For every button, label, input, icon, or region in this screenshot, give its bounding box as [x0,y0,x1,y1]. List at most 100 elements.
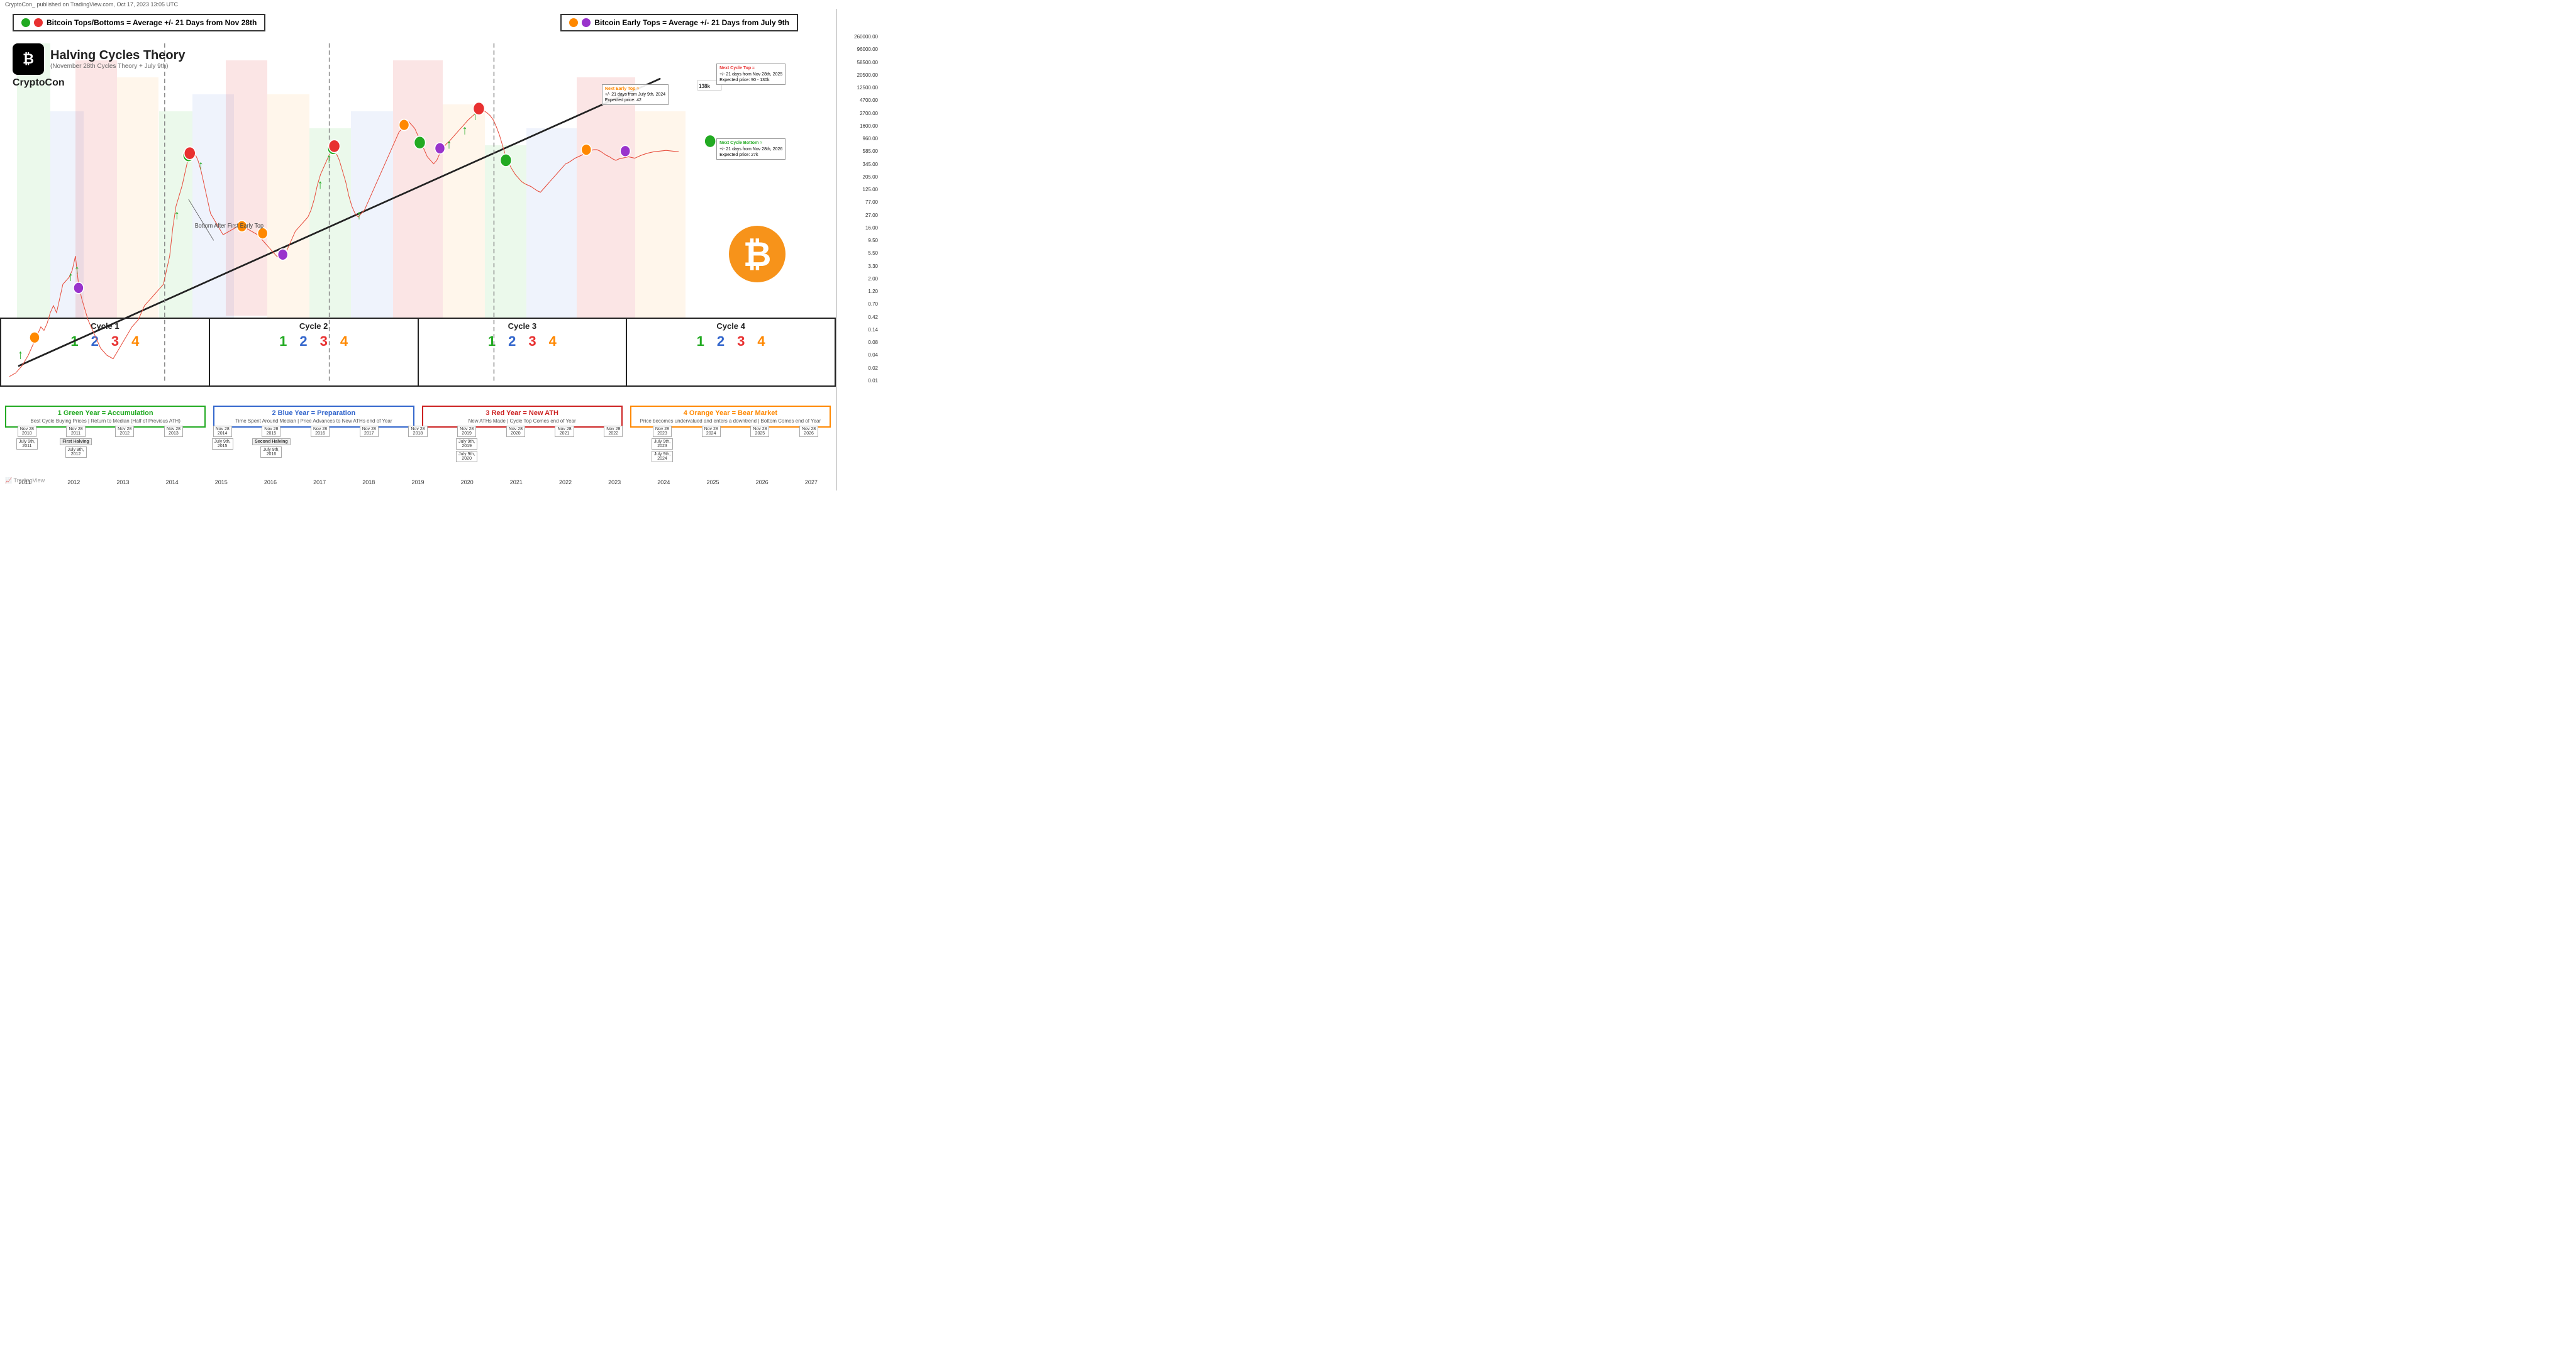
date-nov-2012: Nov 282012 [115,426,134,437]
dates-2015: Nov 282015 Second Halving July 9th,2016 [247,426,296,462]
c4-num1: 1 [697,333,704,350]
zone-c3-red [393,60,443,333]
price-27k: 2700.00 [840,111,878,116]
zone-c3-blue [351,111,392,350]
price-001: 0.01 [840,378,878,384]
next-cycle-top-detail: +/- 21 days from Nov 28th, 2025Expected … [719,72,782,83]
year-labels-row: 1 Green Year = Accumulation Best Cycle B… [0,406,836,428]
legend2-text: Bitcoin Early Tops = Average +/- 21 Days… [594,18,789,27]
main-container: CryptoCon_ published on TradingView.com,… [0,0,880,490]
date-nov-2010: Nov 282010 [18,426,36,437]
date-nov-2020: Nov 282020 [506,426,525,437]
c2-num2: 2 [299,333,307,350]
publisher-bar: CryptoCon_ published on TradingView.com,… [0,0,880,9]
date-nov-2017: Nov 282017 [360,426,379,437]
c3-num2: 2 [508,333,516,350]
green-dot-icon [21,18,30,27]
first-halving-label: First Halving [60,438,91,445]
svg-text:138k: 138k [699,83,710,90]
tradingview-logo: 📈 TradingView [5,477,45,484]
legend-container: Bitcoin Tops/Bottoms = Average +/- 21 Da… [13,14,798,31]
year-2016: 2016 [246,479,295,485]
price-125: 125.00 [840,187,878,192]
chart-main: Bitcoin Tops/Bottoms = Average +/- 21 Da… [0,9,836,490]
dates-2022: Nov 282022 [589,426,638,462]
chart-subtitle: (November 28th Cycles Theory + July 9th) [50,63,186,70]
cycle-1-block: Cycle 1 1 2 3 4 [1,319,210,385]
price-260k: 260000.00 [840,34,878,40]
zone-c4-blue [526,128,577,350]
price-2: 2.00 [840,276,878,282]
c3-num3: 3 [528,333,536,350]
orange-dot-icon [569,18,578,27]
dates-2016: Nov 282016 [296,426,345,462]
dates-2013: Nov 282013 [149,426,198,462]
dates-2021: Nov 282021 [540,426,589,462]
btc-icon: ₿ [729,226,786,282]
price-042: 0.42 [840,314,878,320]
price-008: 0.08 [840,340,878,345]
date-nov-2024: Nov 282024 [702,426,721,437]
price-07: 0.70 [840,301,878,307]
year-orange-sub: Price becomes undervalued and enters a d… [635,418,826,424]
c2-num1: 1 [279,333,287,350]
date-nov-2021: Nov 282021 [555,426,574,437]
year-axis: 2011 2012 2013 2014 2015 2016 2017 2018 … [0,479,836,485]
year-2014: 2014 [148,479,197,485]
dates-2026: Nov 282026 [784,426,833,462]
year-2022: 2022 [541,479,590,485]
price-16k: 1600.00 [840,123,878,129]
date-jul-2020: July 9th,2020 [456,451,477,462]
c4-num2: 2 [717,333,724,350]
date-nov-2016: Nov 282016 [311,426,330,437]
dates-row: Nov 282010 July 9th,2011 Nov 282011 Firs… [0,426,836,462]
date-nov-2023: Nov 282023 [653,426,672,437]
price-205: 205.00 [840,174,878,180]
year-2017: 2017 [295,479,344,485]
date-jul-2019: July 9th,2019 [456,438,477,450]
cycle-4-title: Cycle 4 [716,321,745,331]
year-box-orange: 4 Orange Year = Bear Market Price become… [630,406,831,428]
year-2019: 2019 [393,479,442,485]
chart-area: Bitcoin Tops/Bottoms = Average +/- 21 Da… [0,9,880,490]
price-205k: 20500.00 [840,72,878,78]
title-text: Halving Cycles Theory (November 28th Cyc… [50,48,186,70]
cycle-1-numbers: 1 2 3 4 [70,333,139,350]
next-cycle-bottom-annotation: Next Cycle Bottom ≈ +/- 21 days from Nov… [716,138,786,159]
date-jul-2024: July 9th,2024 [652,451,673,462]
cycle-2-block: Cycle 2 1 2 3 4 [210,319,419,385]
legend1-text: Bitcoin Tops/Bottoms = Average +/- 21 Da… [47,18,257,27]
year-2015: 2015 [197,479,246,485]
dates-2017: Nov 282017 [345,426,394,462]
dates-2018: Nov 282018 [394,426,443,462]
zone-c1-red [75,60,117,333]
price-55: 5.50 [840,250,878,256]
year-red-sub: New ATHs Made | Cycle Top Comes end of Y… [427,418,618,424]
chart-title: Halving Cycles Theory [50,48,186,63]
next-early-top-title: Next Early Top ≈ [605,86,665,92]
price-47k: 4700.00 [840,97,878,103]
logo-icon: ₿ [13,43,44,75]
date-nov-2011: Nov 282011 [66,426,85,437]
next-cycle-bottom-detail: +/- 21 days from Nov 28th, 2026Expected … [719,147,782,158]
author-label: CryptoCon [13,77,186,89]
date-nov-2025: Nov 282025 [750,426,769,437]
dates-2023: Nov 282023 July 9th,2023 July 9th,2024 [638,426,687,462]
tradingview-text: 📈 TradingView [5,477,45,484]
c2-num3: 3 [320,333,328,350]
c1-num4: 4 [131,333,139,350]
second-halving-label: Second Halving [252,438,291,445]
dates-2024: Nov 282024 [687,426,736,462]
year-green-title: 1 Green Year = Accumulation [10,409,201,417]
year-2013: 2013 [98,479,147,485]
price-002: 0.02 [840,365,878,371]
zone-c2-red [226,60,267,316]
red-dot-icon [34,18,43,27]
zone-c4-red [577,77,635,333]
year-2023: 2023 [590,479,639,485]
legend-box-1: Bitcoin Tops/Bottoms = Average +/- 21 Da… [13,14,265,31]
date-nov-2013: Nov 282013 [164,426,183,437]
title-block: ₿ Halving Cycles Theory (November 28th C… [13,43,186,89]
date-nov-2014: Nov 282014 [213,426,232,437]
year-orange-title: 4 Orange Year = Bear Market [635,409,826,417]
